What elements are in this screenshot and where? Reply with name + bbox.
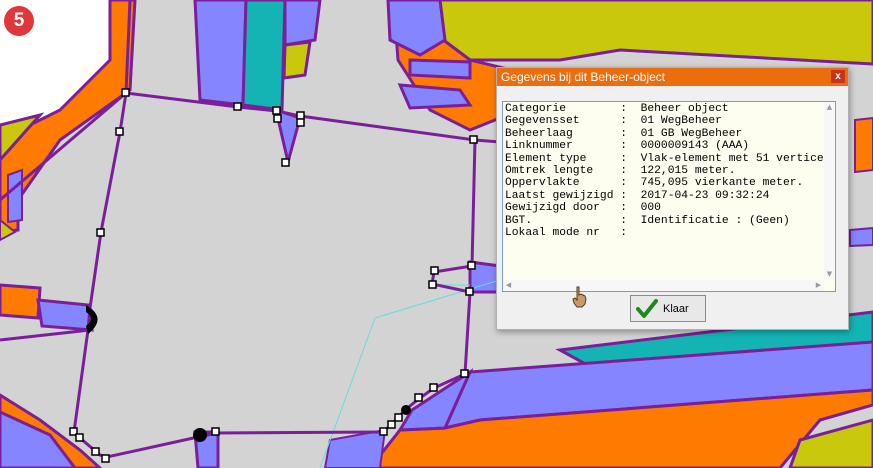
scroll-left-icon[interactable]: ◀	[503, 281, 514, 290]
map-grass-zone	[282, 40, 312, 80]
close-button[interactable]: x	[831, 70, 845, 83]
map-teal-zone	[241, 0, 287, 112]
map-lavender-zone	[36, 298, 94, 332]
object-info-dialog: Gegevens bij dit Beheer-object x Categor…	[496, 67, 849, 330]
klaar-button-label: Klaar	[663, 303, 689, 315]
map-lavender-zone	[849, 226, 873, 248]
scroll-right-icon[interactable]: ▶	[813, 281, 824, 290]
hand-pointer-icon	[572, 286, 587, 308]
dialog-titlebar[interactable]: Gegevens bij dit Beheer-object x	[497, 68, 848, 86]
step-badge: 5	[4, 6, 34, 36]
map-orange-zone	[0, 283, 42, 320]
info-line: Gewijzigd door : 000	[505, 202, 661, 215]
scroll-up-icon[interactable]: ▲	[824, 103, 835, 112]
info-line: Oppervlakte : 745,095 vierkante meter.	[505, 177, 804, 190]
map-orange-zone	[854, 116, 873, 174]
info-line: Omtrek lengte : 122,015 meter.	[505, 165, 736, 178]
vertex-cluster	[86, 305, 411, 442]
map-lavender-zone	[283, 0, 322, 47]
scroll-down-icon[interactable]: ▼	[824, 270, 835, 279]
info-line: Categorie : Beheer object	[505, 103, 729, 115]
info-line: Element type : Vlak-element met 51 verti…	[505, 152, 823, 165]
map-outline	[0, 328, 91, 342]
map-lavender-zone	[408, 58, 472, 80]
info-line: Lokaal mode nr :	[505, 227, 628, 240]
info-text-panel[interactable]: Categorie : Beheer object Gegevensset : …	[502, 101, 836, 292]
map-lavender-zone	[7, 168, 23, 224]
dialog-title: Gegevens bij dit Beheer-object	[501, 70, 666, 84]
info-line: Gegevensset : 01 WegBeheer	[505, 115, 722, 128]
klaar-button[interactable]: Klaar	[630, 295, 706, 322]
map-lavender-zone	[193, 0, 248, 107]
map-lavender-zone	[323, 428, 387, 468]
selected-object-outline[interactable]	[72, 91, 477, 459]
info-line: Laatst gewijzigd : 2017-04-23 09:32:24	[505, 189, 770, 202]
green-check-icon	[636, 299, 658, 318]
info-line: Beheerlaag : 01 GB WegBeheer	[505, 127, 743, 140]
horizontal-scrollbar[interactable]: ◀ ▶	[503, 280, 824, 291]
info-line: Linknummer : 0000009143 (AAA)	[505, 140, 750, 153]
info-line: BGT. : Identificatie : (Geen)	[505, 214, 790, 227]
vertical-scrollbar[interactable]: ▲ ▼	[824, 102, 835, 280]
info-text: Categorie : Beheer object Gegevensset : …	[505, 103, 823, 279]
